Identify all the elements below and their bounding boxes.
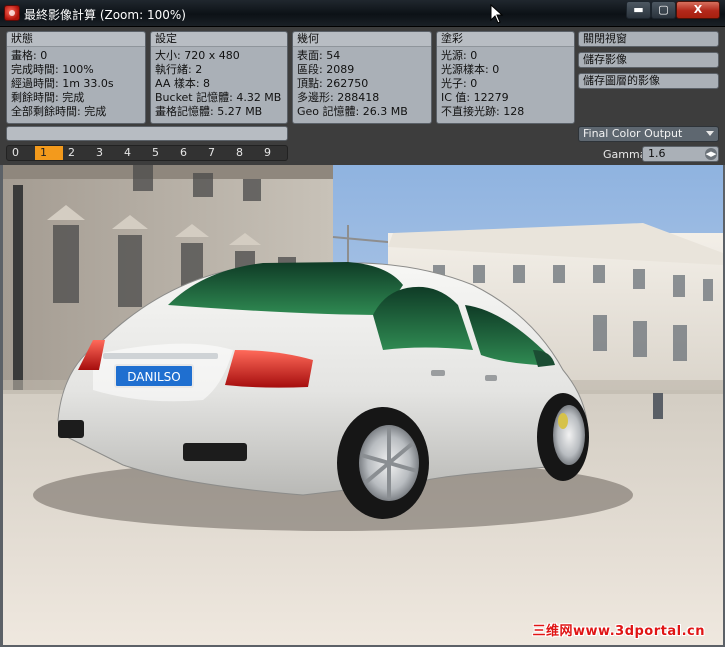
gamma-value: 1.6 bbox=[648, 147, 666, 160]
geometry-surfaces: 表面: 54 bbox=[297, 49, 341, 62]
spinner-icon[interactable]: ◀▶ bbox=[705, 148, 717, 160]
save-layers-button[interactable]: 儲存圖層的影像 bbox=[578, 73, 719, 89]
status-elapsed: 經過時間: 1m 33.0s bbox=[11, 77, 114, 90]
output-select[interactable]: Final Color Output bbox=[578, 126, 719, 142]
render-progress-fill bbox=[7, 127, 287, 140]
minimize-icon: ▬ bbox=[633, 3, 644, 16]
chevron-down-icon bbox=[706, 131, 714, 136]
layer-tab-5[interactable]: 5 bbox=[147, 146, 175, 160]
status-complete: 完成時間: 100% bbox=[11, 63, 94, 76]
minimize-button[interactable]: ▬ bbox=[626, 1, 651, 19]
status-header: 狀態 bbox=[7, 32, 145, 47]
layer-tab-4[interactable]: 4 bbox=[119, 146, 147, 160]
shading-light-samples: 光源樣本: 0 bbox=[441, 63, 500, 76]
window-title: 最終影像計算 (Zoom: 100%) bbox=[24, 8, 186, 22]
gamma-input[interactable]: 1.6 ◀▶ bbox=[642, 146, 719, 162]
layer-tab-6[interactable]: 6 bbox=[175, 146, 203, 160]
shading-header: 塗彩 bbox=[437, 32, 574, 47]
shading-indirect-rays: 不直接光跡: 128 bbox=[441, 105, 525, 118]
shading-ic-values: IC 值: 12279 bbox=[441, 91, 509, 104]
shading-group: 塗彩 光源: 0 光源樣本: 0 光子: 0 IC 值: 12279 不直接光跡… bbox=[436, 31, 575, 124]
close-view-button[interactable]: 關閉視窗 bbox=[578, 31, 719, 47]
layer-tab-7[interactable]: 7 bbox=[203, 146, 231, 160]
maximize-button[interactable]: ▢ bbox=[651, 1, 676, 19]
layer-tab-2[interactable]: 2 bbox=[63, 146, 91, 160]
shading-photons: 光子: 0 bbox=[441, 77, 478, 90]
mouse-cursor-icon bbox=[490, 4, 504, 24]
output-select-value: Final Color Output bbox=[583, 127, 683, 140]
save-image-button[interactable]: 儲存影像 bbox=[578, 52, 719, 68]
settings-size: 大小: 720 x 480 bbox=[155, 49, 240, 62]
layer-tab-9[interactable]: 9 bbox=[259, 146, 287, 160]
license-plate-text: DANILSO bbox=[127, 370, 181, 384]
geometry-polygons: 多邊形: 288418 bbox=[297, 91, 380, 104]
status-total-remaining: 全部剩餘時間: 完成 bbox=[11, 105, 107, 118]
render-viewport[interactable]: DANILSO 三维网www.3dportal.cn bbox=[3, 165, 723, 645]
layer-tab-0[interactable]: 0 bbox=[7, 146, 35, 160]
settings-aa-samples: AA 樣本: 8 bbox=[155, 77, 211, 90]
geometry-segments: 區段: 2089 bbox=[297, 63, 355, 76]
title-bar: 最終影像計算 (Zoom: 100%) ▬ ▢ X bbox=[0, 0, 725, 27]
watermark: 三维网www.3dportal.cn bbox=[532, 624, 705, 639]
layer-tab-8[interactable]: 8 bbox=[231, 146, 259, 160]
layer-tab-3[interactable]: 3 bbox=[91, 146, 119, 160]
status-frame: 畫格: 0 bbox=[11, 49, 48, 62]
settings-bucket-memory: Bucket 記憶體: 4.32 MB bbox=[155, 91, 282, 104]
rendered-image: DANILSO bbox=[3, 165, 723, 645]
app-icon[interactable] bbox=[4, 5, 20, 21]
geometry-group: 幾何 表面: 54 區段: 2089 頂點: 262750 多邊形: 28841… bbox=[292, 31, 432, 124]
frame-left bbox=[0, 165, 3, 647]
render-progress-bar bbox=[6, 126, 288, 141]
shading-lights: 光源: 0 bbox=[441, 49, 478, 62]
layer-tab-1[interactable]: 1 bbox=[35, 146, 63, 160]
geometry-memory: Geo 記憶體: 26.3 MB bbox=[297, 105, 408, 118]
settings-group: 設定 大小: 720 x 480 執行緒: 2 AA 樣本: 8 Bucket … bbox=[150, 31, 288, 124]
settings-threads: 執行緒: 2 bbox=[155, 63, 203, 76]
geometry-vertices: 頂點: 262750 bbox=[297, 77, 369, 90]
settings-header: 設定 bbox=[151, 32, 287, 47]
status-group: 狀態 畫格: 0 完成時間: 100% 經過時間: 1m 33.0s 剩餘時間:… bbox=[6, 31, 146, 124]
geometry-header: 幾何 bbox=[293, 32, 431, 47]
maximize-icon: ▢ bbox=[658, 3, 669, 16]
status-remaining: 剩餘時間: 完成 bbox=[11, 91, 85, 104]
close-icon: X bbox=[693, 3, 703, 16]
settings-frame-memory: 畫格記憶體: 5.27 MB bbox=[155, 105, 263, 118]
gamma-label: Gamma bbox=[603, 148, 647, 161]
layer-tabs: 0 1 2 3 4 5 6 7 8 9 bbox=[6, 145, 288, 161]
render-info-panel: 狀態 畫格: 0 完成時間: 100% 經過時間: 1m 33.0s 剩餘時間:… bbox=[0, 27, 725, 165]
close-button[interactable]: X bbox=[676, 1, 720, 19]
